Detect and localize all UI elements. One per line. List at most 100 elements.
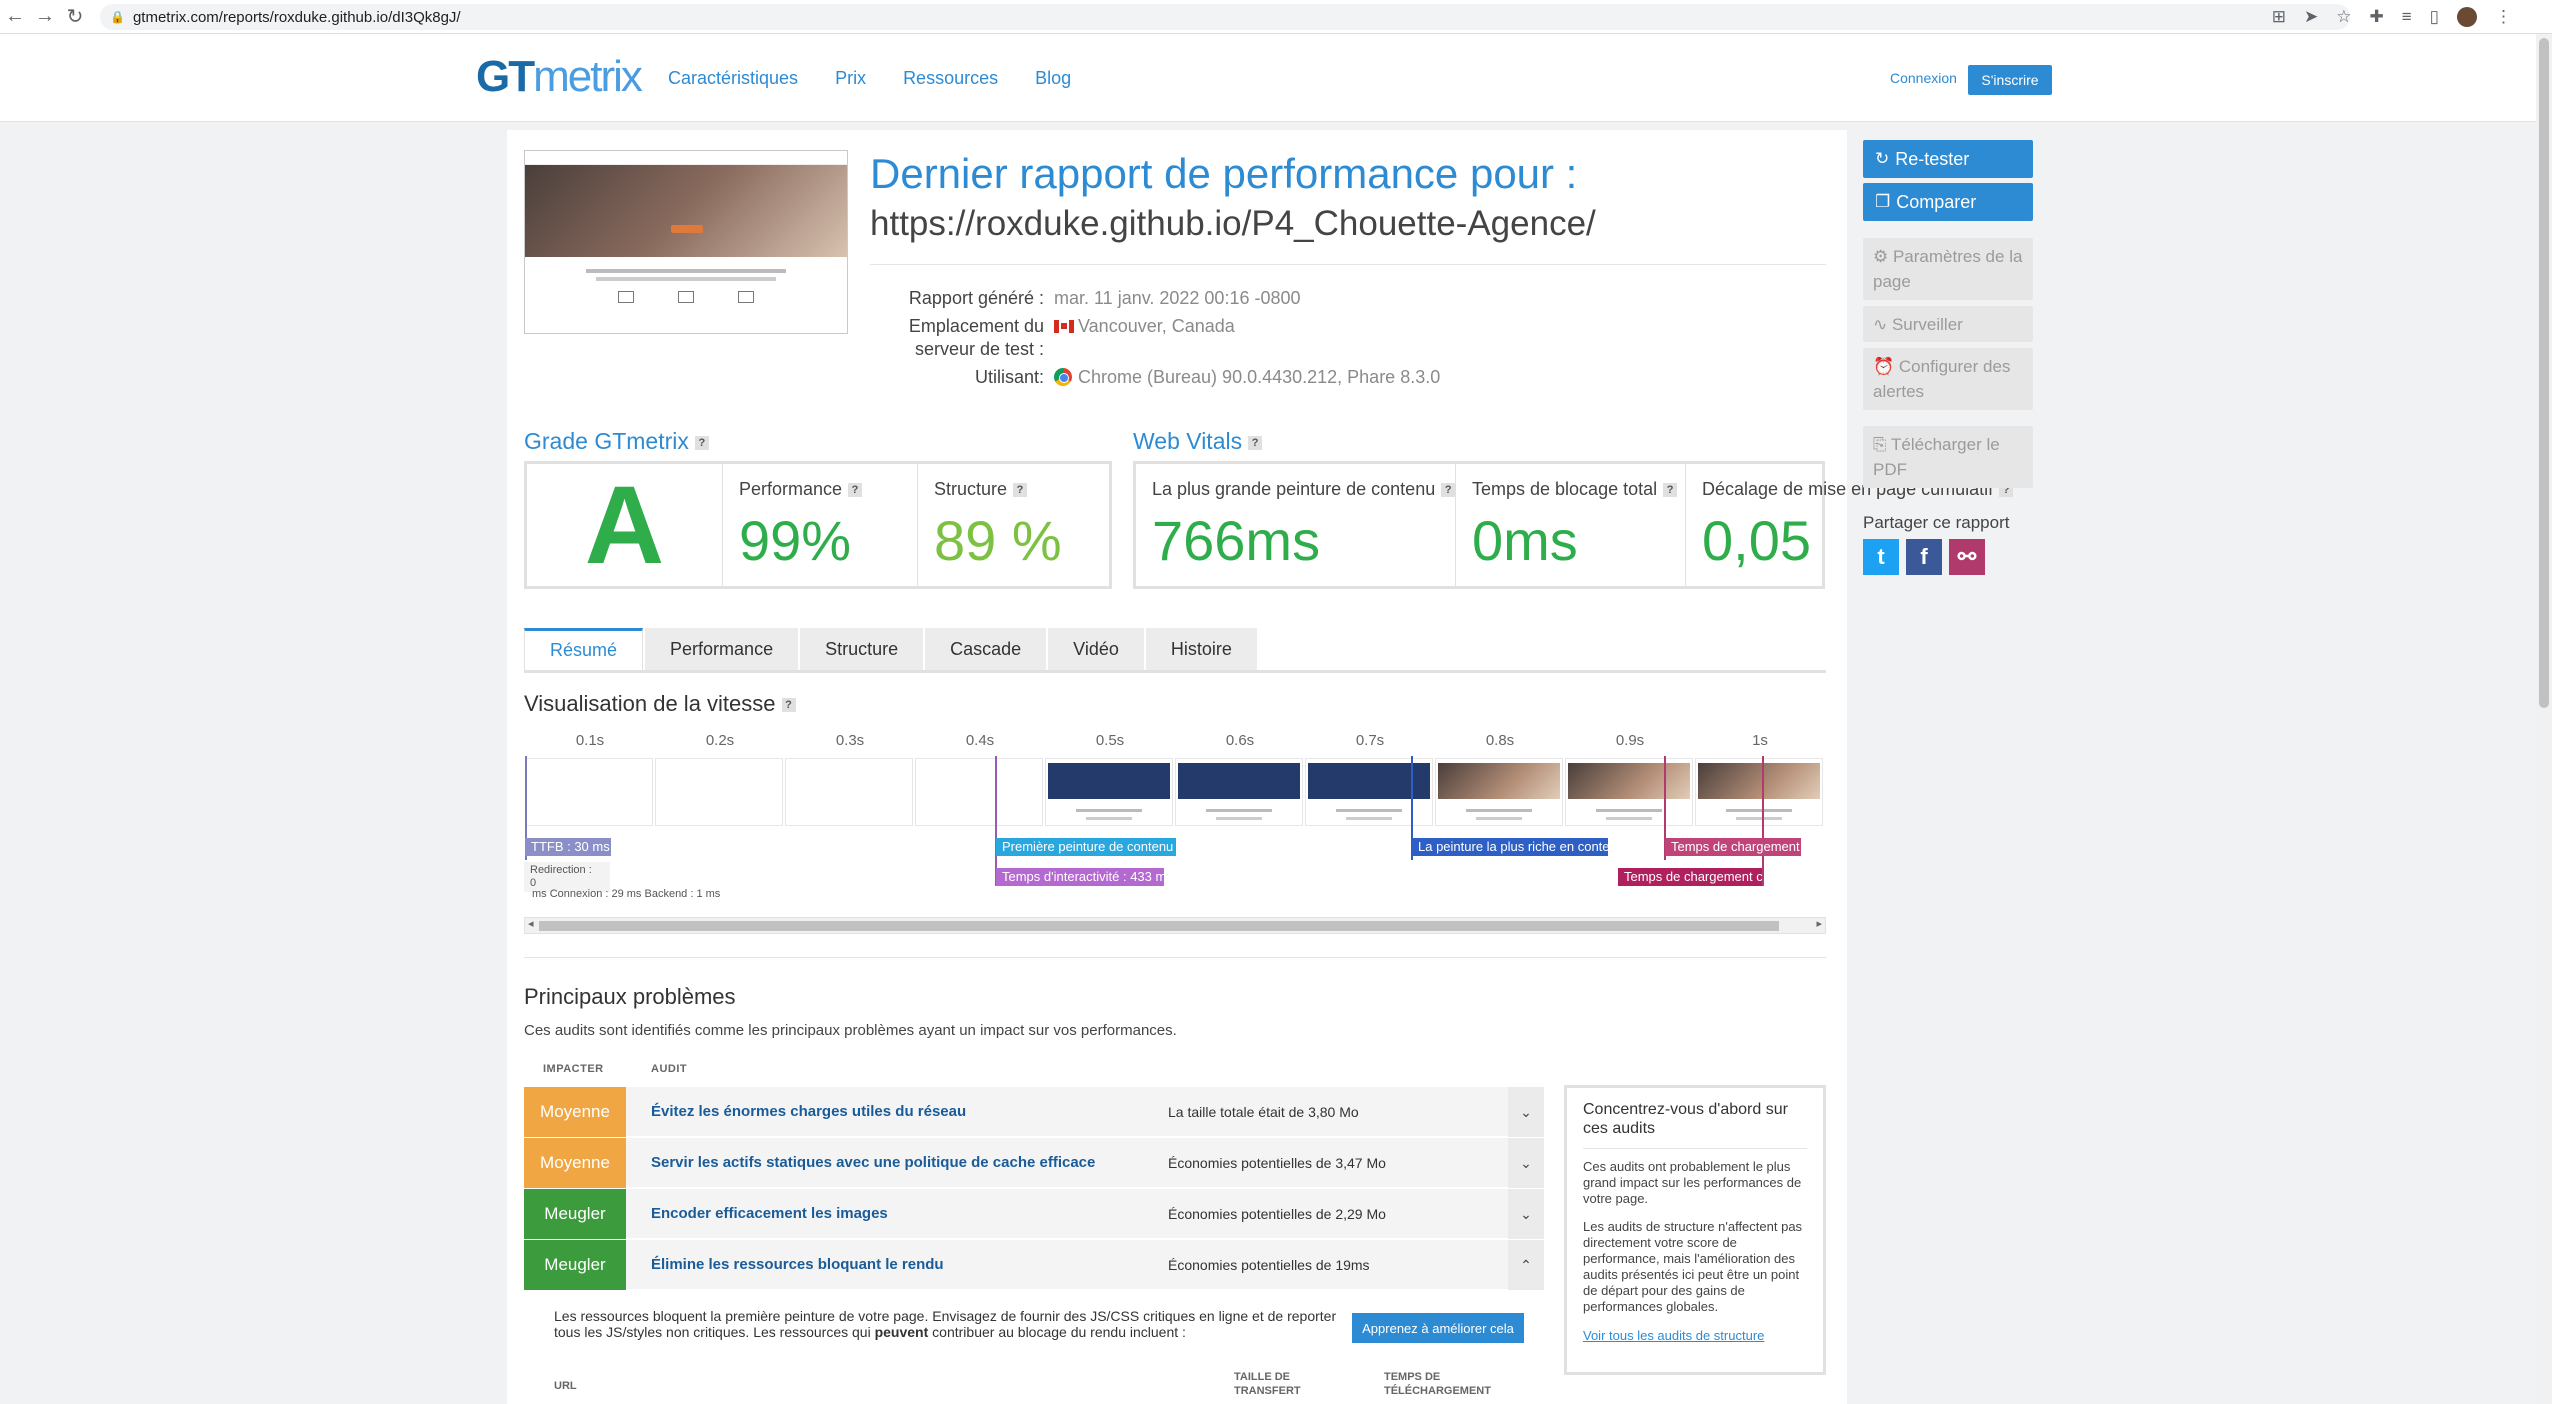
gear-icon: ⚙: [1873, 247, 1893, 266]
ttfb-marker[interactable]: TTFB : 30 ms: [525, 838, 611, 856]
page-scrollbar[interactable]: [2536, 34, 2552, 1404]
avatar[interactable]: [2457, 7, 2477, 27]
address-bar[interactable]: 🔒 gtmetrix.com/reports/roxduke.github.io…: [100, 4, 2350, 30]
gtmetrix-logo[interactable]: GTmetrix: [476, 52, 643, 102]
transfer-size-line2: TRANSFERT: [1234, 1385, 1301, 1397]
link-icon[interactable]: ⚯: [1949, 539, 1985, 575]
help-icon[interactable]: ?: [1663, 483, 1678, 498]
tab-waterfall[interactable]: Cascade: [925, 628, 1047, 670]
tab-video[interactable]: Vidéo: [1048, 628, 1144, 670]
back-icon[interactable]: ←: [0, 0, 30, 34]
tab-structure[interactable]: Structure: [800, 628, 924, 670]
signup-button[interactable]: S'inscrire: [1968, 65, 2052, 95]
audit-detail: La taille totale était de 3,80 Mo: [1168, 1104, 1359, 1120]
filmstrip-scrollbar[interactable]: ◂ ▸: [524, 917, 1826, 934]
nav-pricing[interactable]: Prix: [835, 68, 866, 89]
menu-icon[interactable]: ⋮: [2495, 7, 2512, 27]
using-text: Chrome (Bureau) 90.0.4430.212, Phare 8.3…: [1078, 367, 1441, 387]
report-tabs: Résumé Performance Structure Cascade Vid…: [524, 628, 1259, 670]
login-link[interactable]: Connexion: [1890, 70, 1957, 86]
time-label: 0.9s: [1615, 732, 1645, 749]
sidepanel-icon[interactable]: ▯: [2430, 7, 2439, 27]
grade-box: A Performance? 99% Structure? 89 %: [524, 461, 1112, 589]
help-icon[interactable]: ?: [781, 698, 796, 713]
audit-title[interactable]: Élimine les ressources bloquant le rendu: [651, 1256, 944, 1273]
time-label: 0.4s: [965, 732, 995, 749]
retest-button[interactable]: ↻ Re-tester: [1863, 140, 2033, 178]
audit-title[interactable]: Servir les actifs statiques avec une pol…: [651, 1154, 1095, 1171]
chevron-down-icon[interactable]: ⌄: [1508, 1189, 1544, 1239]
filmstrip-frame[interactable]: [1695, 758, 1823, 826]
fully-loaded-marker[interactable]: Temps de chargement complet: [1618, 868, 1762, 886]
structure-label-text: Structure: [934, 479, 1008, 499]
tab-history[interactable]: Histoire: [1145, 628, 1257, 670]
filmstrip-frame[interactable]: [1175, 758, 1303, 826]
vitals-heading: Web Vitals?: [1133, 428, 1263, 455]
page-settings-button[interactable]: ⚙ Paramètres de la page: [1863, 238, 2033, 300]
generated-label: Rapport généré :: [908, 288, 1044, 308]
help-icon[interactable]: ?: [1441, 483, 1456, 498]
fcp-marker[interactable]: Première peinture de contenu: [996, 838, 1176, 856]
page-screenshot-thumbnail[interactable]: [524, 150, 848, 334]
top-nav: Caractéristiques Prix Ressources Blog: [668, 68, 1071, 89]
lcp-marker[interactable]: La peinture la plus riche en contenu: [1412, 838, 1608, 856]
extensions-icon[interactable]: ✚: [2369, 7, 2383, 27]
translate-icon[interactable]: ⊞: [2272, 7, 2286, 27]
download-pdf-button[interactable]: ⎘ Télécharger le PDF: [1863, 426, 2033, 488]
onload-marker[interactable]: Temps de chargement: [1665, 838, 1801, 856]
help-icon[interactable]: ?: [1248, 435, 1263, 450]
tab-summary[interactable]: Résumé: [524, 628, 644, 670]
audit-row[interactable]: Moyenne Évitez les énormes charges utile…: [524, 1087, 1544, 1137]
chevron-up-icon[interactable]: ⌃: [1508, 1240, 1544, 1290]
compare-button[interactable]: ❐ Comparer: [1863, 183, 2033, 221]
nav-features[interactable]: Caractéristiques: [668, 68, 798, 89]
audit-title[interactable]: Encoder efficacement les images: [651, 1205, 888, 1222]
lock-icon: 🔒: [110, 10, 125, 24]
tti-marker[interactable]: Temps d'interactivité : 433 ms: [996, 868, 1164, 886]
monitor-label: Surveiller: [1891, 315, 1963, 334]
help-icon[interactable]: ?: [1013, 483, 1028, 498]
nav-blog[interactable]: Blog: [1035, 68, 1071, 89]
scroll-right-icon[interactable]: ▸: [1816, 917, 1822, 930]
filmstrip-frame[interactable]: [1045, 758, 1173, 826]
audit-row[interactable]: Moyenne Servir les actifs statiques avec…: [524, 1138, 1544, 1188]
facebook-icon[interactable]: f: [1906, 539, 1942, 575]
audit-row[interactable]: Meugler Encoder efficacement les images …: [524, 1189, 1544, 1239]
scrollbar-thumb[interactable]: [2539, 38, 2549, 708]
audit-expanded-description: Les ressources bloquent la première pein…: [554, 1308, 1344, 1340]
structure-audits-link[interactable]: Voir tous les audits de structure: [1583, 1328, 1764, 1343]
audit-row[interactable]: Meugler Élimine les ressources bloquant …: [524, 1240, 1544, 1290]
cls-metric: Décalage de mise en page cumulatif? 0,05: [1686, 464, 2014, 586]
divider: [870, 264, 1826, 265]
cls-value: 0,05: [1702, 509, 1811, 572]
tabs-divider: [524, 670, 1826, 673]
chevron-down-icon[interactable]: ⌄: [1508, 1087, 1544, 1137]
monitor-button[interactable]: ∿ Surveiller: [1863, 306, 2033, 342]
structure-label: Structure?: [934, 479, 1028, 500]
twitter-icon[interactable]: t: [1863, 539, 1899, 575]
star-icon[interactable]: ☆: [2336, 7, 2351, 27]
filmstrip-frame[interactable]: [1305, 758, 1433, 826]
alerts-button[interactable]: ⏰ Configurer des alertes: [1863, 348, 2033, 410]
playlist-icon[interactable]: ≡: [2402, 7, 2412, 27]
filmstrip-frame[interactable]: [1435, 758, 1563, 826]
filmstrip-frame[interactable]: [915, 758, 1043, 826]
nav-resources[interactable]: Ressources: [903, 68, 998, 89]
audit-title[interactable]: Évitez les énormes charges utiles du rés…: [651, 1103, 966, 1120]
filmstrip-frame[interactable]: [1565, 758, 1693, 826]
learn-more-button[interactable]: Apprenez à améliorer cela: [1352, 1313, 1524, 1343]
scrollbar-thumb[interactable]: [539, 921, 1779, 931]
using-label: Utilisant:: [974, 367, 1044, 387]
filmstrip-frame[interactable]: [655, 758, 783, 826]
filmstrip-frame[interactable]: [785, 758, 913, 826]
location-label-line2: serveur de test :: [914, 339, 1044, 359]
send-icon[interactable]: ➤: [2304, 7, 2318, 27]
scroll-left-icon[interactable]: ◂: [528, 917, 534, 930]
tab-performance[interactable]: Performance: [645, 628, 799, 670]
filmstrip-frame[interactable]: [525, 758, 653, 826]
chevron-down-icon[interactable]: ⌄: [1508, 1138, 1544, 1188]
help-icon[interactable]: ?: [694, 435, 709, 450]
forward-icon[interactable]: →: [30, 0, 60, 34]
help-icon[interactable]: ?: [848, 483, 863, 498]
reload-icon[interactable]: ↻: [60, 0, 90, 34]
